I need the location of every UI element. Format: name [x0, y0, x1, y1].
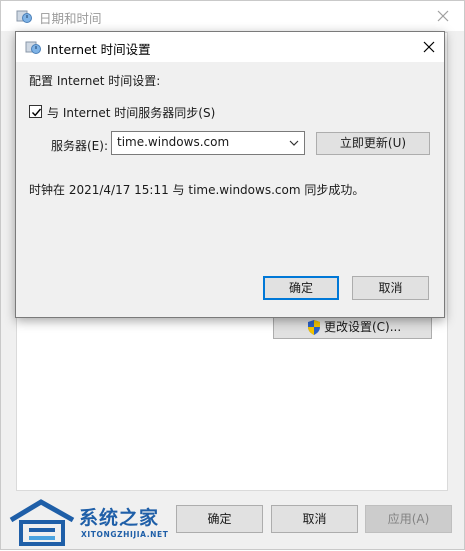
dialog-body: 配置 Internet 时间设置: 与 Internet 时间服务器同步(S) …	[16, 62, 444, 317]
update-now-button[interactable]: 立即更新(U)	[316, 132, 430, 155]
change-settings-label: 更改设置(C)...	[324, 320, 402, 334]
sync-checkbox-label: 与 Internet 时间服务器同步(S)	[47, 106, 216, 120]
internet-time-dialog: Internet 时间设置 配置 Internet 时间设置: 与 Intern…	[15, 31, 445, 318]
outer-window-title: 日期和时间	[39, 11, 102, 26]
clock-globe-icon	[16, 8, 32, 24]
outer-close-icon[interactable]	[432, 5, 454, 27]
dialog-ok-button[interactable]: 确定	[263, 276, 339, 300]
outer-cancel-button[interactable]: 取消	[271, 505, 358, 533]
change-settings-button[interactable]: 更改设置(C)...	[273, 315, 432, 339]
sync-status-text: 时钟在 2021/4/17 15:11 与 time.windows.com 同…	[29, 183, 365, 197]
dialog-title: Internet 时间设置	[47, 42, 151, 57]
outer-ok-button[interactable]: 确定	[176, 505, 263, 533]
server-value: time.windows.com	[117, 135, 230, 149]
outer-apply-button[interactable]: 应用(A)	[365, 505, 452, 533]
dialog-close-icon[interactable]	[418, 36, 440, 58]
server-combobox[interactable]: time.windows.com	[111, 131, 305, 155]
watermark-house-icon	[9, 499, 75, 546]
watermark-url: XITONGZHIJIA.NET	[81, 530, 169, 539]
sync-checkbox[interactable]	[29, 105, 42, 118]
config-label: 配置 Internet 时间设置:	[29, 74, 161, 88]
chevron-down-icon[interactable]	[288, 137, 300, 149]
dialog-cancel-button[interactable]: 取消	[352, 276, 429, 300]
dialog-title-bar: Internet 时间设置	[16, 32, 444, 62]
server-label: 服务器(E):	[51, 139, 108, 153]
clock-globe-icon	[25, 39, 41, 55]
watermark-logo: 系统之家 XITONGZHIJIA.NET	[7, 498, 177, 551]
uac-shield-icon	[307, 320, 321, 335]
outer-title-bar: 日期和时间	[1, 1, 464, 31]
watermark-brand: 系统之家	[79, 507, 160, 529]
checkmark-icon	[31, 108, 42, 117]
